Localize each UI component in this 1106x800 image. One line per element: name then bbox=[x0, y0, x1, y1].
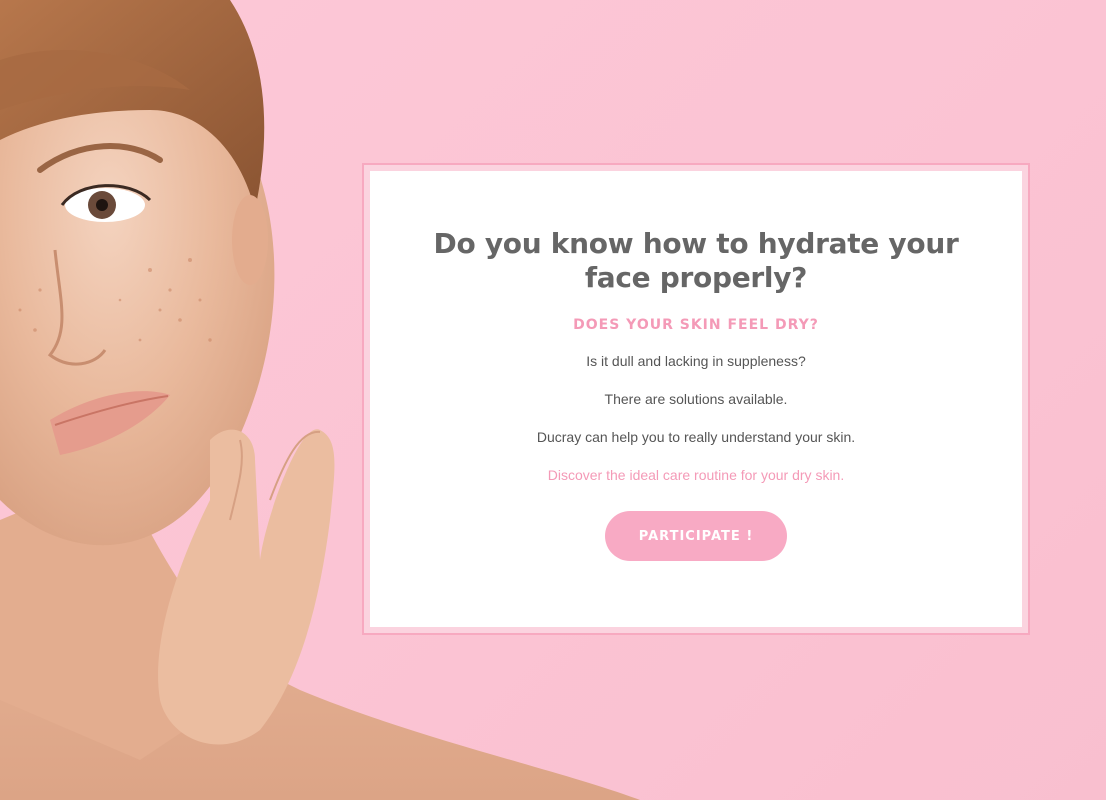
promo-card: Do you know how to hydrate your face pro… bbox=[370, 171, 1022, 627]
card-paragraph-3: Ducray can help you to really understand… bbox=[536, 429, 856, 445]
promo-card-frame: Do you know how to hydrate your face pro… bbox=[362, 163, 1030, 635]
card-paragraph-1: Is it dull and lacking in suppleness? bbox=[586, 353, 806, 369]
card-subheading: DOES YOUR SKIN FEEL DRY? bbox=[573, 317, 819, 333]
page-title: Do you know how to hydrate your face pro… bbox=[433, 227, 959, 294]
card-paragraph-2: There are solutions available. bbox=[604, 391, 788, 407]
participate-button[interactable]: PARTICIPATE ! bbox=[605, 511, 787, 561]
card-accent-text: Discover the ideal care routine for your… bbox=[547, 467, 845, 483]
